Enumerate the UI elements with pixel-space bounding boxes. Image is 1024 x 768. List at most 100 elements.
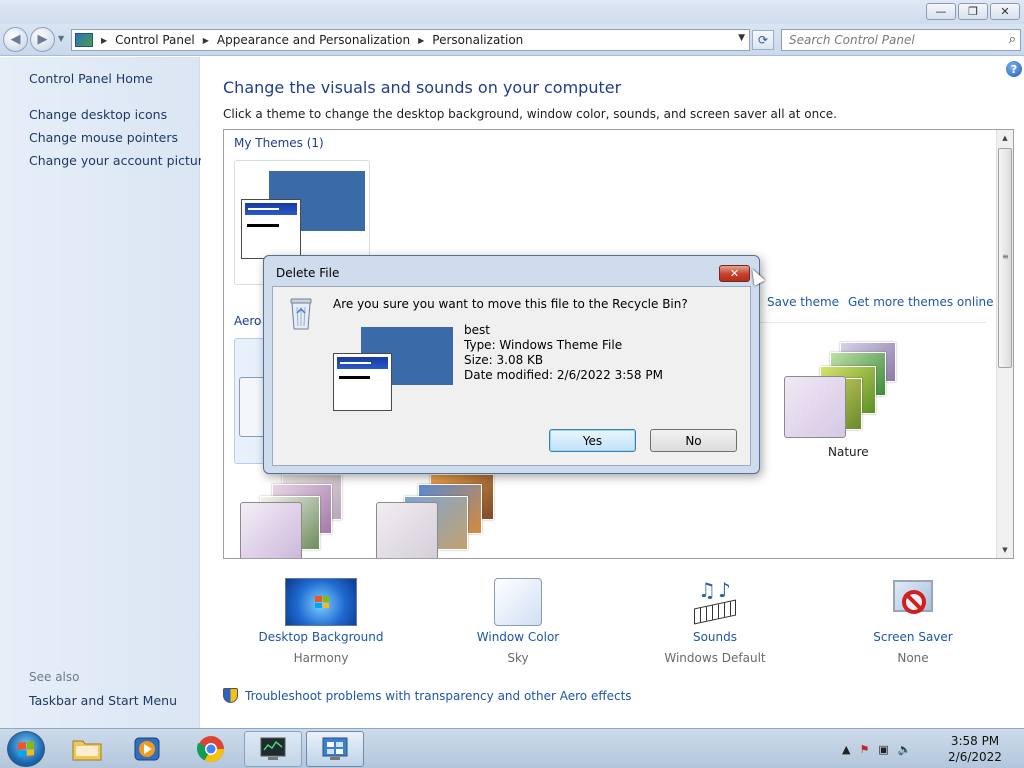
theme-tile-nature[interactable]: Nature xyxy=(764,338,924,468)
desktop-background-thumb xyxy=(285,578,357,626)
screen-saver-value: None xyxy=(897,651,929,665)
theme-tile-row3-a[interactable] xyxy=(238,474,358,558)
sidebar-link-mouse-pointers[interactable]: Change mouse pointers xyxy=(29,130,178,145)
dialog-close-button[interactable]: ✕ xyxy=(719,265,750,282)
taskbar-media-player[interactable] xyxy=(118,731,176,767)
breadcrumb-separator-icon[interactable]: ▶ xyxy=(101,36,107,45)
breadcrumb-separator-icon[interactable]: ▶ xyxy=(418,36,424,45)
system-tray: ▲ ⚑ ▣ 🔈 xyxy=(842,735,911,763)
row3-b-window-color xyxy=(376,502,438,558)
back-arrow-icon: ◀ xyxy=(10,32,21,47)
file-type: Type: Windows Theme File xyxy=(464,338,623,352)
sounds-item[interactable]: ♫ ♪ Sounds Windows Default xyxy=(635,578,795,665)
control-panel-icon xyxy=(75,33,93,47)
save-theme-link[interactable]: Save theme xyxy=(767,295,839,309)
yes-button[interactable]: Yes xyxy=(549,429,636,452)
troubleshoot-link[interactable]: Troubleshoot problems with transparency … xyxy=(223,688,632,703)
breadcrumb-appearance[interactable]: Appearance and Personalization xyxy=(217,33,410,47)
my-themes-header: My Themes (1) xyxy=(234,136,324,150)
file-size: Size: 3.08 KB xyxy=(464,353,544,367)
address-toolbar: ◀ ▶ ▼ ▶ Control Panel ▶ Appearance and P… xyxy=(0,24,1024,56)
page-subtitle: Click a theme to change the desktop back… xyxy=(223,107,837,121)
sounds-icon: ♫ ♪ xyxy=(690,578,740,626)
screen-saver-icon xyxy=(889,578,937,626)
sounds-label[interactable]: Sounds xyxy=(635,630,795,644)
recycle-bin-icon xyxy=(288,295,314,331)
clock-date: 2/6/2022 xyxy=(948,750,1002,764)
dialog-title: Delete File xyxy=(276,266,340,280)
taskbar: ▲ ⚑ ▣ 🔈 3:58 PM 2/6/2022 xyxy=(0,728,1024,768)
volume-icon[interactable]: 🔈 xyxy=(898,743,912,756)
search-input[interactable]: Search Control Panel ⌕ xyxy=(781,29,1021,51)
start-button[interactable] xyxy=(7,731,45,767)
sidebar-link-desktop-icons[interactable]: Change desktop icons xyxy=(29,107,167,122)
delete-file-dialog: Delete File ✕ Are you sure you want to m… xyxy=(263,255,760,474)
window-color-label[interactable]: Window Color xyxy=(438,630,598,644)
help-icon[interactable]: ? xyxy=(1006,61,1022,77)
sidebar-control-panel-home[interactable]: Control Panel Home xyxy=(29,71,153,86)
taskbar-personalization[interactable] xyxy=(306,731,364,767)
network-icon[interactable]: ▣ xyxy=(878,743,888,756)
sidebar: Control Panel Home Change desktop icons … xyxy=(0,57,210,728)
recent-pages-dropdown-icon[interactable]: ▼ xyxy=(58,34,64,43)
screen-saver-label[interactable]: Screen Saver xyxy=(833,630,993,644)
chrome-icon xyxy=(196,736,225,763)
refresh-icon: ⟳ xyxy=(757,33,769,47)
taskbar-chrome[interactable] xyxy=(182,731,240,767)
back-button[interactable]: ◀ xyxy=(3,27,28,52)
monitor-icon xyxy=(260,737,286,760)
window-color-swatch xyxy=(494,578,542,626)
troubleshoot-label[interactable]: Troubleshoot problems with transparency … xyxy=(245,689,632,703)
maximize-button[interactable]: ❐ xyxy=(958,3,988,20)
search-icon[interactable]: ⌕ xyxy=(1009,32,1016,47)
themes-scrollbar[interactable]: ▲ ≡ ▼ xyxy=(996,130,1013,558)
address-bar[interactable]: ▶ Control Panel ▶ Appearance and Persona… xyxy=(71,29,750,51)
desktop-background-item[interactable]: Desktop Background Harmony xyxy=(241,578,401,665)
media-player-icon xyxy=(134,737,160,761)
windows-logo-icon xyxy=(18,741,34,757)
theme-tile-row3-b[interactable] xyxy=(374,474,504,558)
clock-time: 3:58 PM xyxy=(950,734,1000,748)
taskbar-system-monitor[interactable] xyxy=(244,731,302,767)
window-title-bar: — ❐ ✕ xyxy=(0,0,1024,24)
sidebar-link-account-picture[interactable]: Change your account picture xyxy=(29,153,210,168)
close-button[interactable]: ✕ xyxy=(990,3,1020,20)
no-button[interactable]: No xyxy=(650,429,737,452)
refresh-button[interactable]: ⟳ xyxy=(752,30,774,50)
scroll-down-arrow-icon[interactable]: ▼ xyxy=(997,542,1013,558)
row3-a-window-color xyxy=(240,502,302,558)
sidebar-link-taskbar-start-menu[interactable]: Taskbar and Start Menu xyxy=(29,693,177,708)
file-date-modified: Date modified: 2/6/2022 3:58 PM xyxy=(464,368,663,382)
folder-icon xyxy=(72,740,102,761)
get-more-themes-link[interactable]: Get more themes online xyxy=(848,295,994,309)
window-color-item[interactable]: Window Color Sky xyxy=(438,578,598,665)
scroll-up-arrow-icon[interactable]: ▲ xyxy=(997,130,1013,146)
see-also-label: See also xyxy=(29,670,80,684)
taskbar-file-explorer[interactable] xyxy=(58,731,116,767)
scroll-thumb[interactable]: ≡ xyxy=(998,148,1012,368)
theme-window-thumb xyxy=(241,199,301,259)
forward-button[interactable]: ▶ xyxy=(30,27,55,52)
dialog-question: Are you sure you want to move this file … xyxy=(333,297,688,311)
forward-arrow-icon: ▶ xyxy=(37,32,48,47)
desktop-background-value: Harmony xyxy=(293,651,349,665)
personalization-icon xyxy=(322,737,348,760)
file-preview-icon xyxy=(333,327,458,417)
window-color-value: Sky xyxy=(507,651,529,665)
minimize-button[interactable]: — xyxy=(926,3,956,20)
page-title: Change the visuals and sounds on your co… xyxy=(223,78,622,97)
search-placeholder: Search Control Panel xyxy=(789,33,915,47)
screen-saver-item[interactable]: Screen Saver None xyxy=(833,578,993,665)
breadcrumb-separator-icon[interactable]: ▶ xyxy=(203,36,209,45)
address-dropdown-icon[interactable]: ▼ xyxy=(738,33,745,43)
file-name: best xyxy=(464,323,490,337)
breadcrumb-control-panel[interactable]: Control Panel xyxy=(115,33,195,47)
breadcrumb-personalization[interactable]: Personalization xyxy=(432,33,523,47)
action-center-flag-icon[interactable]: ⚑ xyxy=(859,743,869,756)
desktop-background-label[interactable]: Desktop Background xyxy=(241,630,401,644)
show-hidden-icons-icon[interactable]: ▲ xyxy=(842,743,850,756)
theme-name-nature: Nature xyxy=(828,445,869,459)
sounds-value: Windows Default xyxy=(664,651,766,665)
taskbar-clock[interactable]: 3:58 PM 2/6/2022 xyxy=(940,733,1010,765)
nature-window-color xyxy=(784,376,846,438)
